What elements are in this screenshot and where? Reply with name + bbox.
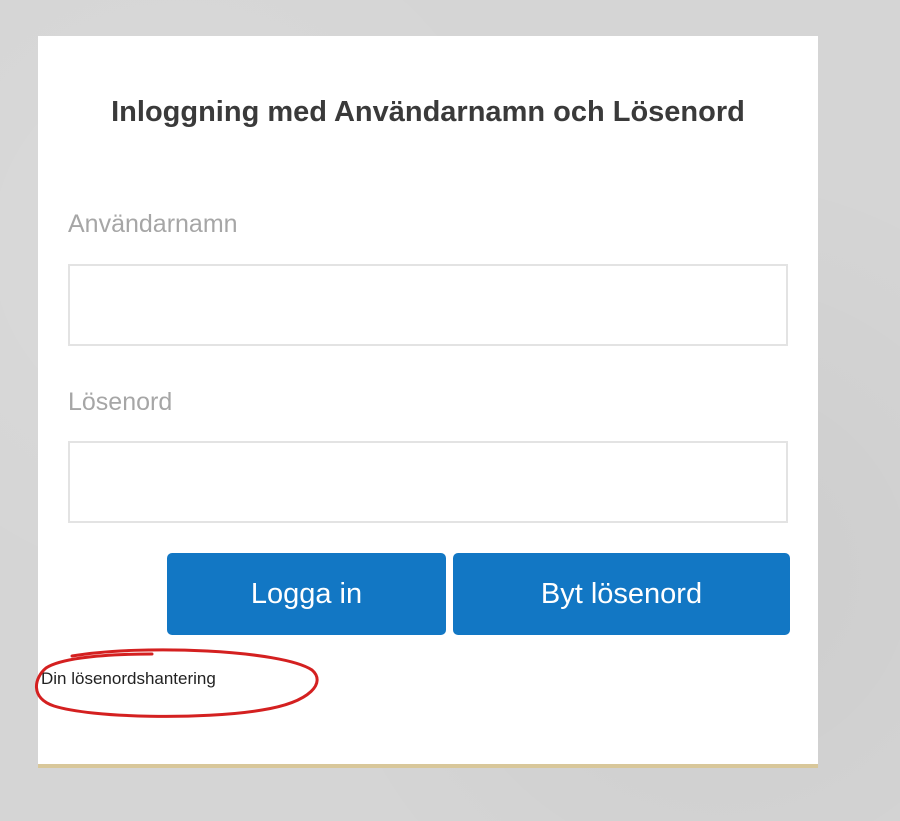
login-button[interactable]: Logga in (167, 553, 446, 635)
username-label: Användarnamn (68, 210, 238, 238)
card-bottom-border (38, 764, 818, 768)
username-input[interactable] (68, 264, 788, 346)
password-label: Lösenord (68, 388, 173, 416)
login-card: Inloggning med Användarnamn och Lösenord… (38, 36, 818, 766)
page-background: Inloggning med Användarnamn och Lösenord… (0, 0, 900, 821)
change-password-button[interactable]: Byt lösenord (453, 553, 790, 635)
password-management-link[interactable]: Din lösenordshantering (41, 669, 216, 689)
password-input[interactable] (68, 441, 788, 523)
page-title: Inloggning med Användarnamn och Lösenord (111, 96, 745, 128)
